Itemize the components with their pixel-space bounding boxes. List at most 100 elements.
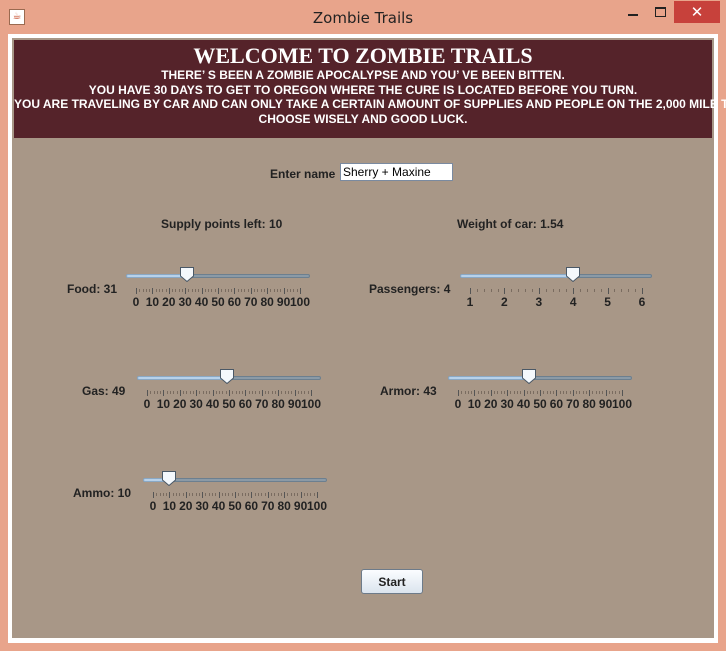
passengers-slider-tick-label: 1 — [466, 295, 474, 309]
food-slider-thumb[interactable] — [179, 266, 195, 282]
armor-slider-tick — [487, 391, 489, 394]
gas-slider-tick — [232, 391, 234, 394]
minimize-button[interactable] — [622, 1, 644, 23]
ammo-slider-thumb[interactable] — [161, 470, 177, 486]
ammo-slider-tick — [241, 493, 243, 496]
gas-slider[interactable]: 0 10 20 30 40 50 60 70 80 90 100 — [137, 365, 321, 421]
armor-slider-tick — [503, 391, 505, 394]
ammo-slider-tick — [169, 492, 171, 498]
gas-slider-tick — [297, 391, 299, 394]
ammo-slider-tick — [300, 492, 302, 498]
armor-slider[interactable]: 0 10 20 30 40 50 60 70 80 90 100 — [448, 365, 632, 421]
ammo-slider-tick — [244, 493, 246, 496]
food-slider-tick — [195, 289, 197, 292]
ammo-slider-tick — [156, 493, 158, 496]
food-slider-tick — [267, 288, 269, 294]
armor-slider-tick — [523, 390, 525, 396]
passengers-slider-thumb[interactable] — [565, 266, 581, 282]
armor-slider-tick — [569, 391, 571, 394]
food-slider-tick — [263, 289, 265, 292]
gas-slider-tick — [301, 391, 303, 394]
ammo-slider-tick — [251, 492, 253, 498]
food-slider-tick — [178, 289, 180, 292]
armor-slider-tick — [622, 390, 623, 396]
armor-slider-tick — [576, 391, 578, 394]
ammo-slider-tick — [277, 493, 279, 496]
armor-slider-tick — [513, 391, 515, 394]
ammo-slider-tick — [215, 493, 217, 496]
gas-slider-tick — [173, 391, 175, 394]
gas-slider-tick — [261, 390, 263, 396]
armor-slider-tick — [474, 390, 476, 396]
banner-line: THERE’ S BEEN A ZOMBIE APOCALYPSE AND YO… — [161, 68, 565, 82]
ammo-slider-tick — [221, 493, 223, 496]
ammo-slider-tick — [202, 492, 204, 498]
armor-slider-tick — [471, 391, 473, 394]
start-button[interactable]: Start — [361, 569, 423, 594]
passengers-slider-tick — [511, 289, 513, 292]
food-slider-tick — [273, 289, 275, 292]
armor-slider-tick — [599, 391, 601, 394]
ammo-slider-tick — [185, 492, 187, 498]
armor-slider-tick-label: 100 — [611, 397, 633, 411]
food-slider[interactable]: 0 10 20 30 40 50 60 70 80 90 100 — [126, 263, 310, 319]
armor-slider-thumb[interactable] — [521, 368, 537, 384]
gas-slider-tick — [163, 390, 165, 396]
armor-slider-tick — [507, 390, 509, 396]
armor-slider-tick — [480, 391, 482, 394]
food-slider-tick — [283, 288, 285, 294]
passengers-slider-tick — [525, 289, 527, 292]
food-slider-tick — [300, 288, 301, 294]
gas-slider-tick — [238, 391, 240, 394]
title-bar[interactable]: ☕ Zombie Trails ✕ — [0, 0, 726, 34]
armor-slider-tick — [595, 391, 597, 394]
armor-slider-tick — [510, 391, 512, 394]
armor-slider-tick — [566, 391, 568, 394]
ammo-slider-tick — [235, 492, 236, 498]
banner-line: YOU HAVE 30 DAYS TO GET TO OREGON WHERE … — [88, 82, 638, 97]
gas-slider-tick — [242, 391, 244, 394]
passengers-slider-tick — [586, 289, 588, 292]
ammo-slider[interactable]: 0 10 20 30 40 50 60 70 80 90 100 — [143, 467, 327, 523]
name-input[interactable] — [340, 163, 453, 181]
ammo-slider-tick — [195, 493, 197, 496]
ammo-slider-tick — [307, 493, 309, 496]
gas-slider-tick — [222, 391, 224, 394]
main-panel: WELCOME TO ZOMBIE TRAILS THERE’ S BEEN A… — [12, 38, 726, 638]
armor-slider-tick — [458, 390, 459, 396]
food-slider-tick — [181, 289, 183, 292]
gas-slider-tick — [199, 391, 201, 394]
food-slider-tick — [191, 289, 193, 292]
food-slider-tick — [162, 289, 164, 292]
gas-slider-tick — [304, 391, 306, 394]
gas-slider-tick — [274, 391, 276, 394]
gas-slider-tick — [288, 391, 290, 394]
ammo-slider-tick — [159, 493, 161, 496]
supply-points-label: Supply points left: 10 — [161, 217, 283, 231]
close-button[interactable]: ✕ — [674, 1, 720, 23]
armor-slider-tick — [543, 391, 545, 394]
maximize-button[interactable] — [648, 1, 672, 23]
food-slider-tick — [175, 289, 177, 292]
ammo-slider-tick — [313, 493, 315, 496]
gas-slider-tick — [147, 390, 148, 396]
ammo-slider-tick — [294, 493, 296, 496]
gas-slider-tick — [192, 391, 194, 394]
armor-slider-tick — [533, 391, 535, 394]
gas-slider-tick — [248, 391, 250, 394]
gas-slider-tick — [150, 391, 152, 394]
armor-slider-tick — [605, 390, 607, 396]
ammo-slider-tick — [198, 493, 200, 496]
armor-slider-tick — [494, 391, 496, 394]
armor-slider-tick — [546, 391, 548, 394]
ammo-slider-tick — [274, 493, 276, 496]
gas-slider-thumb[interactable] — [219, 368, 235, 384]
gas-slider-tick — [183, 391, 185, 394]
ammo-slider-tick — [290, 493, 292, 496]
gas-slider-tick — [255, 391, 257, 394]
gas-slider-tick — [186, 391, 188, 394]
armor-slider-tick — [556, 390, 558, 396]
armor-slider-tick — [579, 391, 581, 394]
passengers-slider[interactable]: 1 2 3 4 5 6 — [460, 263, 652, 319]
ammo-slider-tick — [208, 493, 210, 496]
